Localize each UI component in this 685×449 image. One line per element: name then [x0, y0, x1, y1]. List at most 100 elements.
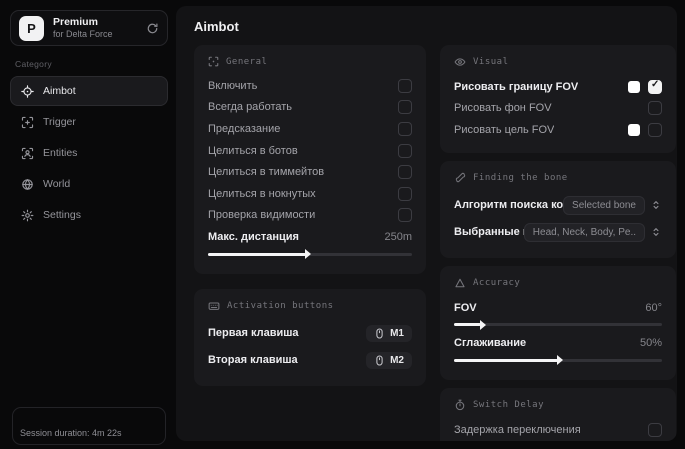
keybind-row: Первая клавиша M1 [208, 320, 412, 347]
sidebar-item-label: World [43, 178, 71, 190]
keybind-label: Первая клавиша [208, 327, 299, 340]
product-header-text: Premium for Delta Force [53, 16, 137, 40]
always-work-checkbox[interactable] [398, 100, 412, 115]
target-teammates-checkbox[interactable] [398, 165, 412, 180]
main-content: Aimbot General Включить Всегда работать … [176, 6, 677, 441]
setting-label: Целиться в тиммейтов [208, 166, 325, 179]
slider-label-row: Макс. дистанция 250m [208, 226, 412, 248]
bone-icon [454, 172, 466, 184]
session-duration-text: Session duration: 4m 22s [20, 428, 122, 438]
smoothing-slider[interactable] [454, 355, 662, 366]
max-distance-slider[interactable] [208, 249, 412, 260]
right-column: Visual Рисовать границу FOV Рисовать фон… [440, 45, 676, 441]
bone-algorithm-dropdown[interactable]: Selected bone [563, 195, 645, 215]
first-key-button[interactable]: M1 [366, 324, 412, 342]
slider-label-row: FOV 60° [454, 297, 662, 319]
target-knocked-checkbox[interactable] [398, 186, 412, 201]
panel-general-header: General [208, 56, 412, 67]
target-bots-checkbox[interactable] [398, 143, 412, 158]
fov-border-color-swatch[interactable] [628, 80, 640, 93]
draw-fov-border-checkbox[interactable] [648, 79, 662, 94]
slider-fill [208, 249, 311, 260]
prediction-checkbox[interactable] [398, 121, 412, 136]
setting-label: Рисовать границу FOV [454, 80, 579, 93]
setting-label: Рисовать цель FOV [454, 123, 555, 136]
switch-delay-checkbox[interactable] [648, 422, 662, 437]
sidebar-item-world[interactable]: World [10, 169, 168, 199]
setting-controls [648, 101, 662, 116]
trigger-scope-icon [21, 116, 34, 129]
panel-bone-header: Finding the bone [454, 172, 662, 184]
mouse-icon [374, 328, 385, 339]
fov-slider[interactable] [454, 319, 662, 330]
setting-row: Рисовать фон FOV [454, 98, 662, 120]
setting-label: Целиться в ботов [208, 144, 298, 157]
product-subtitle: for Delta Force [53, 28, 113, 39]
dropdown-controls: Head, Neck, Body, Pe.. [523, 222, 662, 242]
stopwatch-icon [454, 399, 466, 411]
selected-bones-dropdown[interactable]: Head, Neck, Body, Pe.. [523, 222, 645, 242]
person-scan-icon [21, 147, 34, 160]
panel-activation-header: Activation buttons [208, 300, 412, 312]
panel-accuracy: Accuracy FOV 60° Сглаживание 50% [440, 265, 676, 380]
panel-header-label: Activation buttons [227, 300, 334, 311]
session-duration-box: Session duration: 4m 22s [12, 407, 166, 445]
panel-switch-header: Switch Delay [454, 399, 662, 411]
product-title: Premium [53, 15, 98, 28]
setting-row: Целиться в нокнутых [208, 183, 412, 205]
slider-label-row: Сглаживание 50% [454, 332, 662, 354]
draw-fov-background-checkbox[interactable] [648, 101, 662, 116]
setting-row: Всегда работать [208, 97, 412, 119]
panel-general: General Включить Всегда работать Предска… [194, 45, 426, 274]
panel-accuracy-header: Accuracy [454, 277, 662, 289]
sidebar-item-settings[interactable]: Settings [10, 200, 168, 230]
sidebar-item-entities[interactable]: Entities [10, 138, 168, 168]
setting-row: Проверка видимости [208, 205, 412, 227]
setting-label: Рисовать фон FOV [454, 102, 552, 115]
slider-label: Сглаживание [454, 337, 527, 350]
sidebar-item-label: Settings [43, 209, 81, 221]
sidebar-item-label: Aimbot [43, 85, 76, 97]
viewfinder-icon [208, 56, 219, 67]
panel-finding-bone: Finding the bone Алгоритм поиска кост Se… [440, 160, 676, 258]
unfold-icon[interactable] [650, 199, 662, 211]
slider-value: 250m [384, 230, 412, 243]
mouse-icon [374, 355, 385, 366]
setting-row: Целиться в тиммейтов [208, 161, 412, 183]
fov-target-color-swatch[interactable] [628, 123, 640, 136]
panel-header-label: Accuracy [473, 277, 521, 288]
draw-fov-target-checkbox[interactable] [648, 122, 662, 137]
setting-row: Рисовать цель FOV [454, 119, 662, 141]
keybind-value: M1 [390, 327, 404, 339]
refresh-icon[interactable] [146, 22, 159, 35]
panel-visual: Visual Рисовать границу FOV Рисовать фон… [440, 45, 676, 153]
panel-activation-buttons: Activation buttons Первая клавиша M1 Вто… [194, 288, 426, 386]
sidebar: P Premium for Delta Force Category Aimbo… [0, 0, 176, 449]
unfold-icon[interactable] [650, 226, 662, 238]
sidebar-item-trigger[interactable]: Trigger [10, 107, 168, 137]
gear-icon [21, 209, 34, 222]
slider-fill [454, 355, 563, 366]
setting-label: Проверка видимости [208, 209, 316, 222]
setting-label: Предсказание [208, 122, 281, 135]
slider-label: FOV [454, 301, 477, 314]
slider-value: 60° [645, 301, 662, 314]
globe-icon [21, 178, 34, 191]
setting-controls [628, 122, 662, 137]
dropdown-row: Алгоритм поиска кост Selected bone [454, 192, 662, 219]
sidebar-item-label: Trigger [43, 116, 76, 128]
dropdown-controls: Selected bone [563, 195, 662, 215]
enable-checkbox[interactable] [398, 78, 412, 93]
setting-label: Задержка переключения [454, 423, 581, 436]
sidebar-item-aimbot[interactable]: Aimbot [10, 76, 168, 106]
keybind-value: M2 [390, 354, 404, 366]
second-key-button[interactable]: M2 [366, 351, 412, 369]
keybind-label: Вторая клавиша [208, 354, 298, 367]
category-label: Category [15, 59, 52, 69]
setting-row: Рисовать границу FOV [454, 76, 662, 98]
visibility-check-checkbox[interactable] [398, 208, 412, 223]
panel-header-label: General [226, 56, 268, 67]
angle-icon [454, 277, 466, 289]
setting-row: Включить [208, 75, 412, 97]
panel-visual-header: Visual [454, 56, 662, 68]
